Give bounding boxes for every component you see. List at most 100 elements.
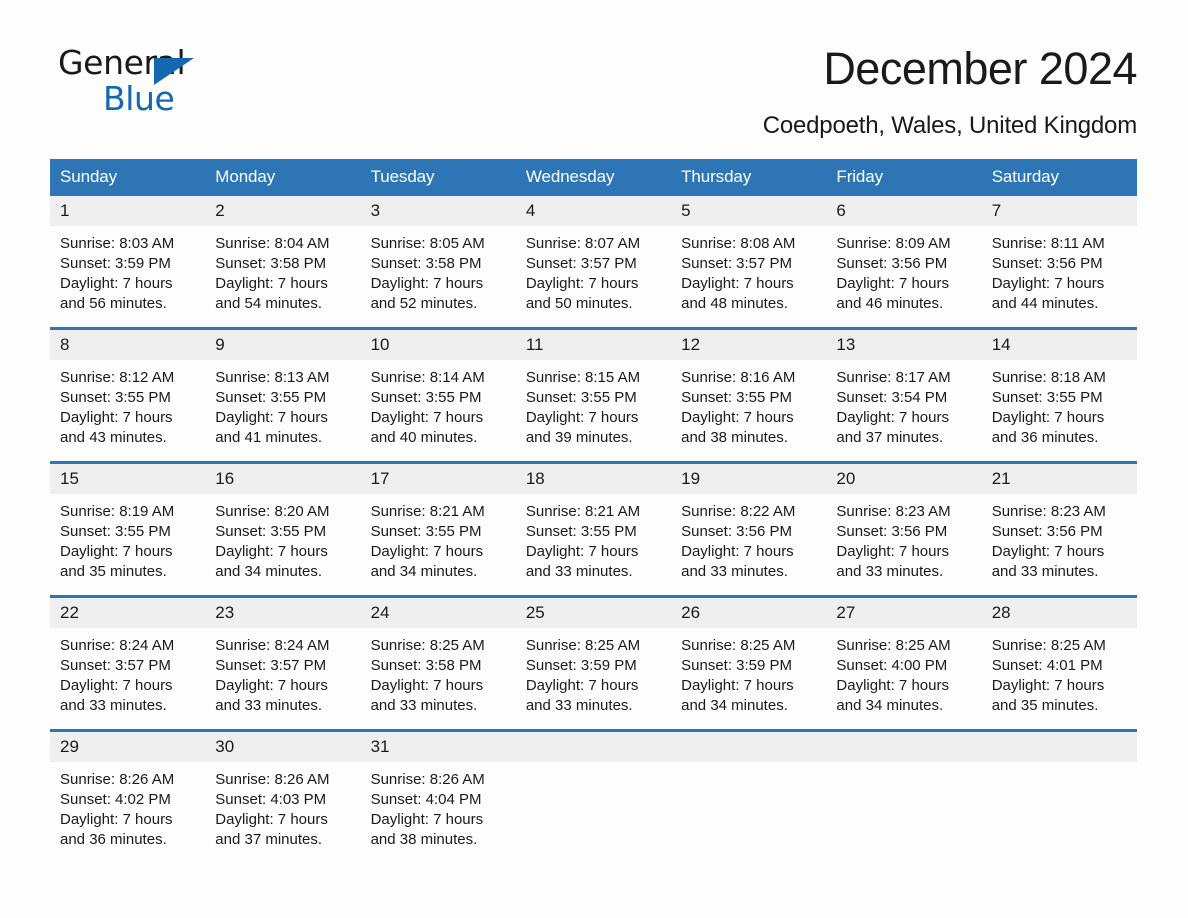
daylight-line-1: Daylight: 7 hours bbox=[991, 275, 1105, 292]
day-number: 12 bbox=[671, 330, 827, 360]
calendar-day-cell[interactable]: 12 Sunrise: 8:16 AM Sunset: 3:55 PM Dayligh… bbox=[671, 327, 827, 463]
calendar-day-cell[interactable]: 10 Sunrise: 8:14 AM Sunset: 3:55 PM Dayligh… bbox=[360, 327, 516, 463]
sunset-time: Sunset: 3:59 PM bbox=[60, 255, 171, 272]
day-cell-inner: 29 Sunrise: 8:26 AM Sunset: 4:02 PM Dayligh… bbox=[50, 732, 206, 863]
sunset-time: Sunset: 3:56 PM bbox=[836, 255, 948, 272]
daylight-line-2: and 39 minutes. bbox=[525, 429, 633, 446]
day-cell-inner: 8 Sunrise: 8:12 AM Sunset: 3:55 PM Daylight… bbox=[50, 330, 206, 461]
sunrise-time: Sunrise: 8:19 AM bbox=[60, 503, 175, 520]
weekday-header-tuesday: Tuesday bbox=[360, 159, 516, 196]
day-number: 8 bbox=[50, 330, 206, 360]
calendar-day-cell[interactable]: 23 Sunrise: 8:24 AM Sunset: 3:57 PM Dayligh… bbox=[205, 595, 361, 731]
calendar-cell-empty bbox=[671, 729, 827, 863]
daylight-line-1: Daylight: 7 hours bbox=[215, 677, 328, 694]
sunrise-time: Sunrise: 8:21 AM bbox=[370, 503, 485, 520]
day-number: 21 bbox=[981, 464, 1137, 494]
day-number: 18 bbox=[515, 464, 672, 494]
logo-secondary-text: Blue bbox=[103, 79, 175, 118]
daylight-line-2: and 36 minutes. bbox=[60, 831, 167, 848]
daylight-line-1: Daylight: 7 hours bbox=[681, 409, 794, 426]
weekday-header-saturday: Saturday bbox=[981, 159, 1137, 196]
day-cell-inner: 31 Sunrise: 8:26 AM Sunset: 4:04 PM Dayligh… bbox=[360, 732, 516, 863]
calendar-day-cell[interactable]: 14 Sunrise: 8:18 AM Sunset: 3:55 PM Dayligh… bbox=[981, 327, 1137, 463]
day-details: Sunrise: 8:08 AM Sunset: 3:57 PM Daylight:… bbox=[671, 226, 826, 314]
daylight-line-1: Daylight: 7 hours bbox=[525, 409, 639, 426]
daylight-line-2: and 34 minutes. bbox=[836, 697, 944, 714]
sunrise-time: Sunrise: 8:04 AM bbox=[215, 235, 330, 252]
daylight-line-1: Daylight: 7 hours bbox=[370, 409, 484, 426]
calendar-day-cell[interactable]: 21 Sunrise: 8:23 AM Sunset: 3:56 PM Dayligh… bbox=[981, 461, 1137, 597]
day-cell-inner: 7 Sunrise: 8:11 AM Sunset: 3:56 PM Daylight… bbox=[981, 196, 1137, 327]
daylight-line-1: Daylight: 7 hours bbox=[681, 275, 794, 292]
calendar-day-cell[interactable]: 25 Sunrise: 8:25 AM Sunset: 3:59 PM Dayligh… bbox=[515, 595, 672, 731]
daylight-line-2: and 43 minutes. bbox=[60, 429, 167, 446]
day-cell-inner: 1 Sunrise: 8:03 AM Sunset: 3:59 PM Daylight… bbox=[50, 196, 206, 327]
location-subtitle: Coedpoeth, Wales, United Kingdom bbox=[762, 112, 1137, 139]
day-cell-inner bbox=[826, 732, 982, 863]
sunrise-time: Sunrise: 8:25 AM bbox=[836, 637, 951, 654]
calendar-day-cell[interactable]: 26 Sunrise: 8:25 AM Sunset: 3:59 PM Dayligh… bbox=[671, 595, 827, 731]
calendar-day-cell[interactable]: 15 Sunrise: 8:19 AM Sunset: 3:55 PM Dayligh… bbox=[50, 461, 206, 597]
calendar-day-cell[interactable]: 5 Sunrise: 8:08 AM Sunset: 3:57 PM Daylight… bbox=[671, 196, 827, 329]
day-details: Sunrise: 8:23 AM Sunset: 3:56 PM Daylight:… bbox=[982, 494, 1137, 582]
day-details: Sunrise: 8:26 AM Sunset: 4:03 PM Daylight:… bbox=[205, 762, 360, 850]
calendar-day-cell[interactable]: 17 Sunrise: 8:21 AM Sunset: 3:55 PM Dayligh… bbox=[360, 461, 516, 597]
calendar-day-cell[interactable]: 3 Sunrise: 8:05 AM Sunset: 3:58 PM Daylight… bbox=[360, 196, 516, 329]
calendar-day-cell[interactable]: 11 Sunrise: 8:15 AM Sunset: 3:55 PM Dayligh… bbox=[515, 327, 672, 463]
day-cell-inner: 23 Sunrise: 8:24 AM Sunset: 3:57 PM Dayligh… bbox=[205, 598, 361, 729]
calendar-day-cell[interactable]: 27 Sunrise: 8:25 AM Sunset: 4:00 PM Dayligh… bbox=[826, 595, 982, 731]
day-details: Sunrise: 8:23 AM Sunset: 3:56 PM Daylight:… bbox=[826, 494, 981, 582]
day-details: Sunrise: 8:20 AM Sunset: 3:55 PM Daylight:… bbox=[205, 494, 360, 582]
calendar-day-cell[interactable]: 4 Sunrise: 8:07 AM Sunset: 3:57 PM Daylight… bbox=[515, 196, 672, 329]
weekday-header-thursday: Thursday bbox=[671, 159, 827, 196]
sunset-time: Sunset: 3:57 PM bbox=[525, 255, 637, 272]
daylight-line-2: and 33 minutes. bbox=[836, 563, 944, 580]
calendar-day-cell[interactable]: 2 Sunrise: 8:04 AM Sunset: 3:58 PM Daylight… bbox=[205, 196, 361, 329]
calendar-day-cell[interactable]: 8 Sunrise: 8:12 AM Sunset: 3:55 PM Daylight… bbox=[50, 327, 206, 463]
sunrise-time: Sunrise: 8:14 AM bbox=[370, 369, 485, 386]
calendar-day-cell[interactable]: 31 Sunrise: 8:26 AM Sunset: 4:04 PM Dayligh… bbox=[360, 729, 516, 863]
day-cell-inner bbox=[981, 732, 1137, 863]
day-details: Sunrise: 8:25 AM Sunset: 3:59 PM Daylight:… bbox=[516, 628, 671, 716]
day-details: Sunrise: 8:17 AM Sunset: 3:54 PM Daylight:… bbox=[826, 360, 981, 448]
sunset-time: Sunset: 3:55 PM bbox=[525, 523, 637, 540]
daylight-line-2: and 36 minutes. bbox=[991, 429, 1099, 446]
day-cell-inner: 19 Sunrise: 8:22 AM Sunset: 3:56 PM Dayligh… bbox=[671, 464, 827, 595]
calendar-day-cell[interactable]: 9 Sunrise: 8:13 AM Sunset: 3:55 PM Daylight… bbox=[205, 327, 361, 463]
calendar-day-cell[interactable]: 7 Sunrise: 8:11 AM Sunset: 3:56 PM Daylight… bbox=[981, 196, 1137, 329]
calendar-day-cell[interactable]: 22 Sunrise: 8:24 AM Sunset: 3:57 PM Dayligh… bbox=[50, 595, 206, 731]
calendar-day-cell[interactable]: 30 Sunrise: 8:26 AM Sunset: 4:03 PM Dayligh… bbox=[205, 729, 361, 863]
weekday-header-row: Sunday Monday Tuesday Wednesday Thursday… bbox=[50, 159, 1137, 196]
day-number bbox=[671, 732, 827, 762]
daylight-line-1: Daylight: 7 hours bbox=[370, 811, 484, 828]
calendar-day-cell[interactable]: 28 Sunrise: 8:25 AM Sunset: 4:01 PM Dayligh… bbox=[981, 595, 1137, 731]
calendar-day-cell[interactable]: 24 Sunrise: 8:25 AM Sunset: 3:58 PM Dayligh… bbox=[360, 595, 516, 731]
day-details: Sunrise: 8:14 AM Sunset: 3:55 PM Daylight:… bbox=[361, 360, 516, 448]
sunset-time: Sunset: 3:55 PM bbox=[525, 389, 637, 406]
sunrise-time: Sunrise: 8:20 AM bbox=[215, 503, 330, 520]
day-cell-inner: 17 Sunrise: 8:21 AM Sunset: 3:55 PM Dayligh… bbox=[360, 464, 516, 595]
calendar-day-cell[interactable]: 13 Sunrise: 8:17 AM Sunset: 3:54 PM Dayligh… bbox=[826, 327, 982, 463]
daylight-line-2: and 52 minutes. bbox=[370, 295, 478, 312]
calendar-day-cell[interactable]: 1 Sunrise: 8:03 AM Sunset: 3:59 PM Daylight… bbox=[50, 196, 206, 329]
daylight-line-2: and 33 minutes. bbox=[525, 697, 633, 714]
calendar-day-cell[interactable]: 16 Sunrise: 8:20 AM Sunset: 3:55 PM Dayligh… bbox=[205, 461, 361, 597]
day-number: 23 bbox=[205, 598, 361, 628]
sunset-time: Sunset: 3:55 PM bbox=[215, 389, 327, 406]
calendar-day-cell[interactable]: 18 Sunrise: 8:21 AM Sunset: 3:55 PM Dayligh… bbox=[515, 461, 672, 597]
sunrise-time: Sunrise: 8:25 AM bbox=[525, 637, 641, 654]
sunrise-time: Sunrise: 8:24 AM bbox=[215, 637, 330, 654]
calendar-day-cell[interactable]: 29 Sunrise: 8:26 AM Sunset: 4:02 PM Dayligh… bbox=[50, 729, 206, 863]
day-cell-inner: 26 Sunrise: 8:25 AM Sunset: 3:59 PM Dayligh… bbox=[671, 598, 827, 729]
calendar-cell-empty bbox=[515, 729, 672, 863]
daylight-line-2: and 41 minutes. bbox=[215, 429, 323, 446]
sunset-time: Sunset: 3:58 PM bbox=[370, 657, 482, 674]
sunset-time: Sunset: 3:55 PM bbox=[370, 523, 482, 540]
day-number: 26 bbox=[671, 598, 827, 628]
sunrise-time: Sunrise: 8:26 AM bbox=[370, 771, 485, 788]
day-number: 2 bbox=[205, 196, 361, 226]
calendar-day-cell[interactable]: 6 Sunrise: 8:09 AM Sunset: 3:56 PM Daylight… bbox=[826, 196, 982, 329]
calendar-day-cell[interactable]: 20 Sunrise: 8:23 AM Sunset: 3:56 PM Dayligh… bbox=[826, 461, 982, 597]
calendar-day-cell[interactable]: 19 Sunrise: 8:22 AM Sunset: 3:56 PM Dayligh… bbox=[671, 461, 827, 597]
general-blue-logo[interactable]: General Blue bbox=[58, 46, 208, 118]
